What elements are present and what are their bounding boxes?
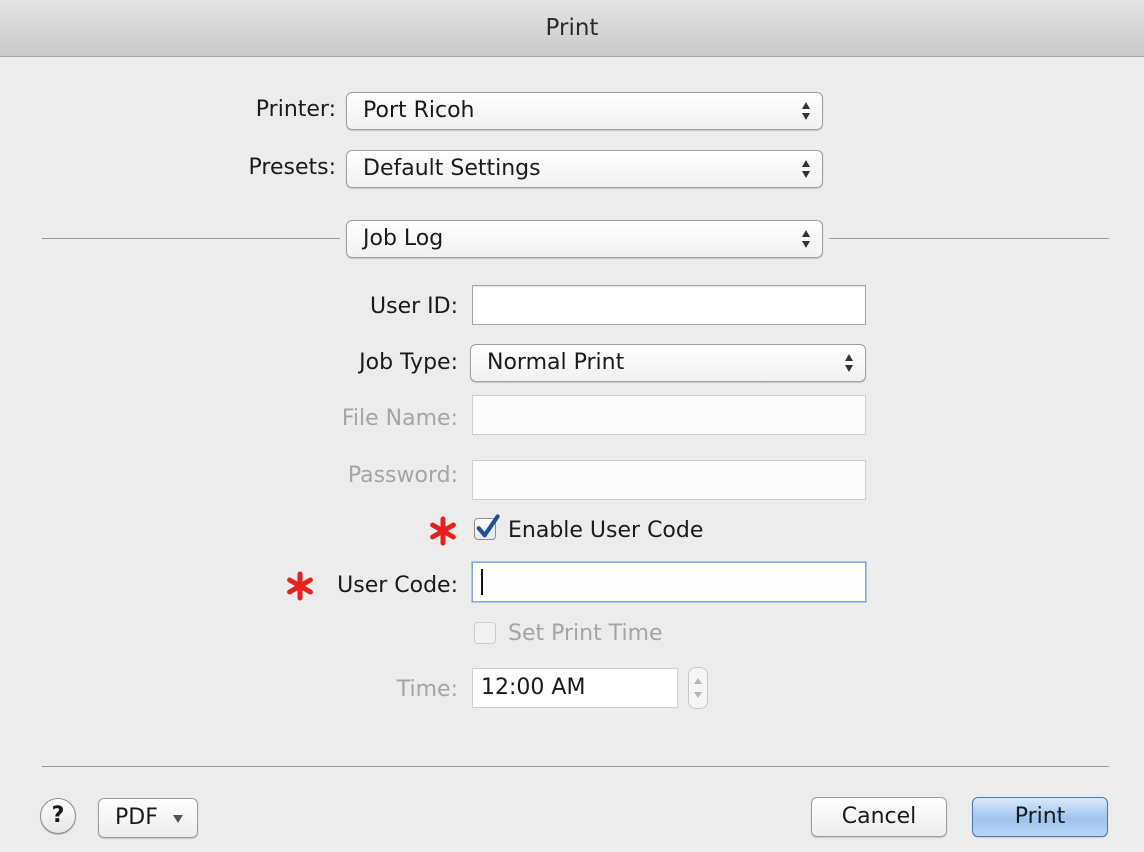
password-label: Password:: [347, 463, 458, 488]
updown-arrows-icon: [802, 230, 810, 248]
printer-popup[interactable]: Port Ricoh: [346, 92, 823, 130]
separator-right: [829, 238, 1109, 239]
checkmark-icon: [476, 514, 500, 538]
printer-value: Port Ricoh: [363, 98, 475, 123]
time-stepper[interactable]: [688, 667, 708, 709]
password-field[interactable]: [472, 460, 866, 500]
section-popup[interactable]: Job Log: [346, 220, 823, 258]
set-print-time-label[interactable]: Set Print Time: [508, 621, 663, 646]
time-label: Time:: [396, 677, 458, 702]
user-id-field[interactable]: [472, 285, 866, 325]
job-type-value: Normal Print: [487, 350, 625, 375]
help-button[interactable]: ?: [40, 798, 76, 834]
enable-user-code-label[interactable]: Enable User Code: [508, 518, 703, 543]
set-print-time-checkbox[interactable]: [474, 622, 496, 644]
asterisk-icon: [287, 571, 313, 601]
updown-arrows-icon: [845, 354, 853, 372]
presets-value: Default Settings: [363, 156, 541, 181]
updown-arrows-icon: [802, 102, 810, 120]
presets-popup[interactable]: Default Settings: [346, 150, 823, 188]
time-field[interactable]: 12:00 AM: [472, 668, 678, 708]
user-code-label: User Code:: [337, 573, 458, 598]
pdf-menu-button[interactable]: PDF: [98, 798, 198, 838]
section-value: Job Log: [363, 226, 444, 251]
footer-separator: [42, 766, 1109, 767]
stepper-arrows-icon: [694, 678, 702, 698]
window-title: Print: [545, 15, 599, 41]
asterisk-icon: [430, 516, 456, 546]
enable-user-code-checkbox[interactable]: [474, 514, 500, 540]
file-name-field[interactable]: [472, 395, 866, 435]
user-code-field[interactable]: [472, 562, 866, 602]
printer-label: Printer:: [255, 97, 336, 122]
job-type-label: Job Type:: [359, 350, 458, 375]
file-name-label: File Name:: [341, 406, 458, 431]
cancel-button[interactable]: Cancel: [811, 797, 947, 837]
print-button[interactable]: Print: [972, 797, 1108, 837]
triangle-down-icon: [173, 815, 183, 823]
updown-arrows-icon: [802, 160, 810, 178]
job-type-popup[interactable]: Normal Print: [470, 344, 866, 382]
presets-label: Presets:: [248, 155, 336, 180]
user-id-label: User ID:: [370, 294, 458, 319]
separator-left: [42, 238, 340, 239]
text-caret: [481, 569, 483, 595]
window-titlebar: Print: [0, 0, 1144, 57]
pdf-label: PDF: [115, 805, 158, 830]
